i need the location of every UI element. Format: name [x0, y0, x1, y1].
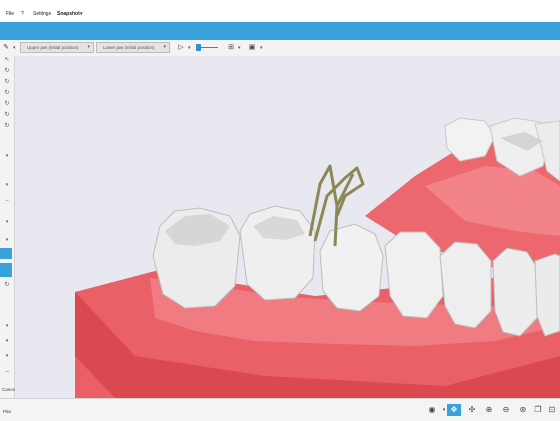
arrow-right-icon[interactable]: →: [2, 367, 12, 376]
lower-jaw-select[interactable]: Lower jaw (initial position) ▾: [96, 42, 170, 53]
left-sidebar: ↖ ↻ ↻ ↻ ↻ ↻ ↻ ▾ ▾ → ▾ ▾ ↻ ▾ ▾ ▾ →: [0, 56, 15, 398]
rotate-icon-2[interactable]: ↻: [2, 78, 12, 87]
layers-icon[interactable]: ⊞: [226, 43, 236, 53]
rotate-icon-5[interactable]: ↻: [2, 111, 12, 120]
target-icon[interactable]: ⊛: [516, 404, 530, 416]
menu-settings[interactable]: Settings: [33, 11, 51, 17]
zoom-out-icon[interactable]: ⊖: [499, 404, 513, 416]
chevron-down-icon[interactable]: ▾: [2, 152, 12, 161]
3d-viewport[interactable]: [15, 56, 560, 398]
move-icon[interactable]: ✣: [465, 404, 479, 416]
cancel-button[interactable]: Cancel: [2, 387, 16, 392]
dental-model: [75, 117, 560, 398]
lower-jaw-chevron-down-icon: ▾: [163, 44, 166, 50]
header-band: [0, 22, 560, 40]
frame-icon[interactable]: ▣: [247, 43, 257, 53]
pan-tool-icon[interactable]: ✥: [447, 404, 461, 416]
pencil-icon[interactable]: ✎: [1, 43, 11, 53]
fit-view-icon[interactable]: ⊡: [545, 404, 559, 416]
snapshot-chevron-down-icon[interactable]: ▾: [80, 11, 83, 17]
upper-jaw-select[interactable]: Upper jaw (initial position) ▾: [20, 42, 94, 53]
chevron-down-icon[interactable]: ▾: [2, 322, 12, 331]
chevron-down-icon[interactable]: ▾: [2, 236, 12, 245]
cursor-icon[interactable]: ↖: [2, 56, 12, 65]
sidebar-active-item[interactable]: [0, 263, 12, 277]
zoom-in-icon[interactable]: ⊕: [482, 404, 496, 416]
slider-thumb[interactable]: [196, 44, 201, 51]
menu-snapshot[interactable]: Snapshot: [57, 11, 80, 17]
play-chevron-down-icon[interactable]: ▾: [188, 43, 191, 53]
playback-slider[interactable]: [196, 44, 218, 51]
lower-premolar: [319, 223, 384, 312]
window-icon[interactable]: ❐: [531, 404, 545, 416]
chevron-down-icon[interactable]: ▾: [2, 337, 12, 346]
rotate-icon-1[interactable]: ↻: [2, 67, 12, 76]
rotate-icon-6[interactable]: ↻: [2, 122, 12, 131]
chevron-down-icon[interactable]: ▾: [2, 181, 12, 190]
rotate-icon-3[interactable]: ↻: [2, 89, 12, 98]
upper-jaw-label: Upper jaw (initial position): [27, 45, 79, 50]
sidebar-active-item[interactable]: [0, 248, 12, 259]
status-bar: Pan ◉ ▾ ✥ ✣ ⊕ ⊖ ⊛ ❐ ⊡: [0, 398, 560, 421]
menu-help[interactable]: ?: [21, 11, 24, 17]
play-icon[interactable]: ▷: [176, 43, 186, 53]
layers-chevron-down-icon[interactable]: ▾: [238, 43, 241, 53]
pencil-chevron-down-icon[interactable]: ▾: [13, 43, 16, 53]
chevron-down-icon[interactable]: ▾: [2, 352, 12, 361]
redo-icon[interactable]: ↻: [2, 281, 12, 290]
arrow-right-icon[interactable]: →: [2, 196, 12, 205]
toolbar: ✎ ▾ Upper jaw (initial position) ▾ Lower…: [0, 40, 560, 57]
chevron-down-icon[interactable]: ▾: [2, 218, 12, 227]
frame-chevron-down-icon[interactable]: ▾: [260, 43, 263, 53]
lower-canine: [492, 247, 540, 337]
lower-jaw-label: Lower jaw (initial position): [103, 45, 155, 50]
menu-bar: File ? Settings Snapshot ▾: [0, 0, 560, 22]
upper-jaw-chevron-down-icon: ▾: [87, 44, 90, 50]
status-mode: Pan: [3, 409, 12, 414]
rotate-icon-4[interactable]: ↻: [2, 100, 12, 109]
menu-file[interactable]: File: [6, 11, 14, 17]
